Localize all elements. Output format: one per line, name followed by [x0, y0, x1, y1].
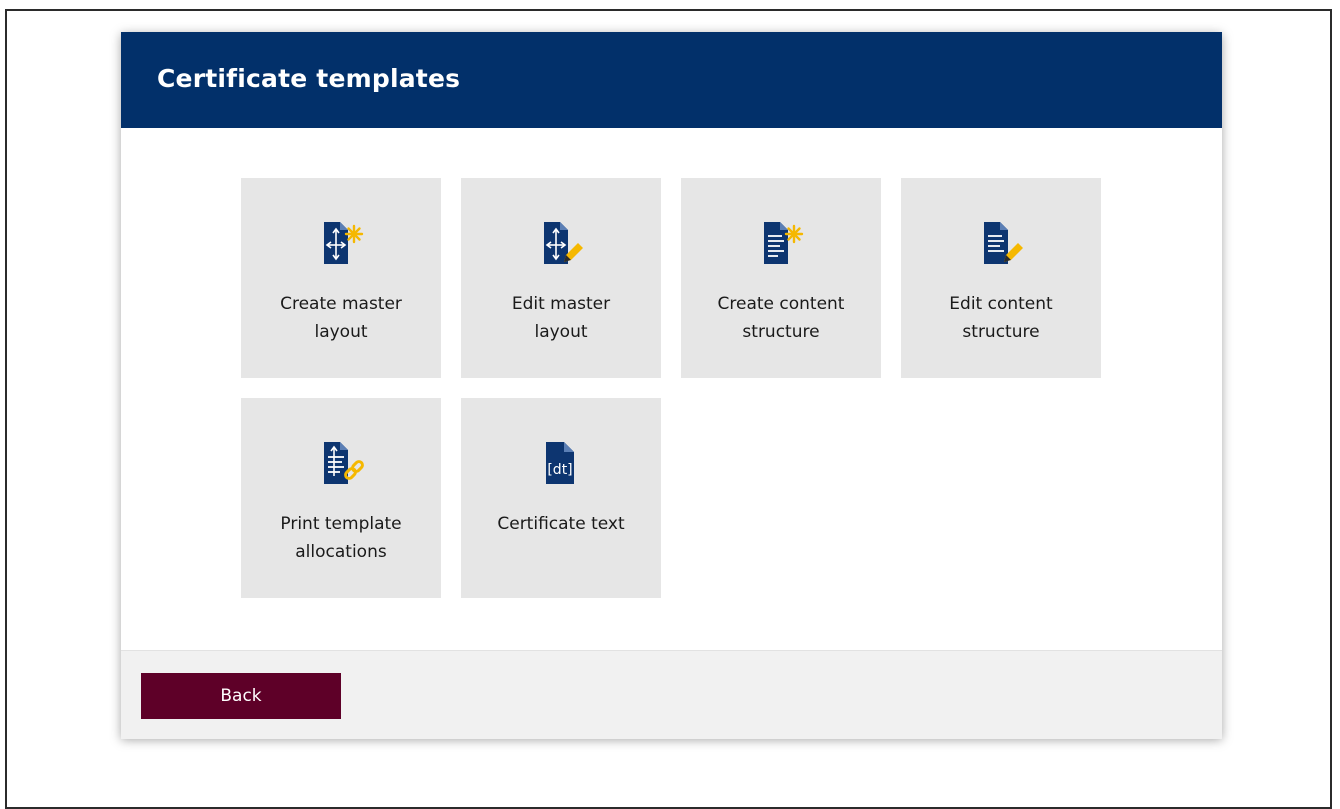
dialog-footer: Back: [121, 650, 1222, 739]
certificate-text-icon-glyph: [dt]: [547, 462, 572, 478]
tile-print-template-allocations[interactable]: Print template allocations: [241, 398, 441, 598]
print-template-allocations-icon: [318, 440, 364, 486]
certificate-templates-dialog: Certificate templates Create master layo…: [121, 32, 1222, 739]
tile-certificate-text[interactable]: [dt] Certificate text: [461, 398, 661, 598]
tile-edit-content-structure[interactable]: Edit content structure: [901, 178, 1101, 378]
dialog-title: Certificate templates: [157, 64, 461, 93]
edit-master-layout-icon: [538, 220, 584, 266]
tile-edit-master-layout[interactable]: Edit master layout: [461, 178, 661, 378]
tile-label: Print template allocations: [280, 514, 402, 562]
tile-label: Create content structure: [717, 294, 845, 342]
dialog-header: Certificate templates: [121, 32, 1222, 128]
tile-label: Certificate text: [497, 514, 625, 534]
tile-create-content-structure[interactable]: Create content structure: [681, 178, 881, 378]
edit-content-structure-icon: [978, 220, 1024, 266]
certificate-text-icon: [dt]: [538, 440, 584, 486]
create-content-structure-icon: [758, 220, 804, 266]
back-button[interactable]: Back: [141, 673, 341, 719]
tile-create-master-layout[interactable]: Create master layout: [241, 178, 441, 378]
tile-grid: Create master layout Edit master layout …: [241, 178, 1121, 618]
tile-label: Edit content structure: [949, 294, 1053, 342]
tile-label: Create master layout: [280, 294, 402, 342]
create-master-layout-icon: [318, 220, 364, 266]
tile-label: Edit master layout: [511, 294, 611, 342]
